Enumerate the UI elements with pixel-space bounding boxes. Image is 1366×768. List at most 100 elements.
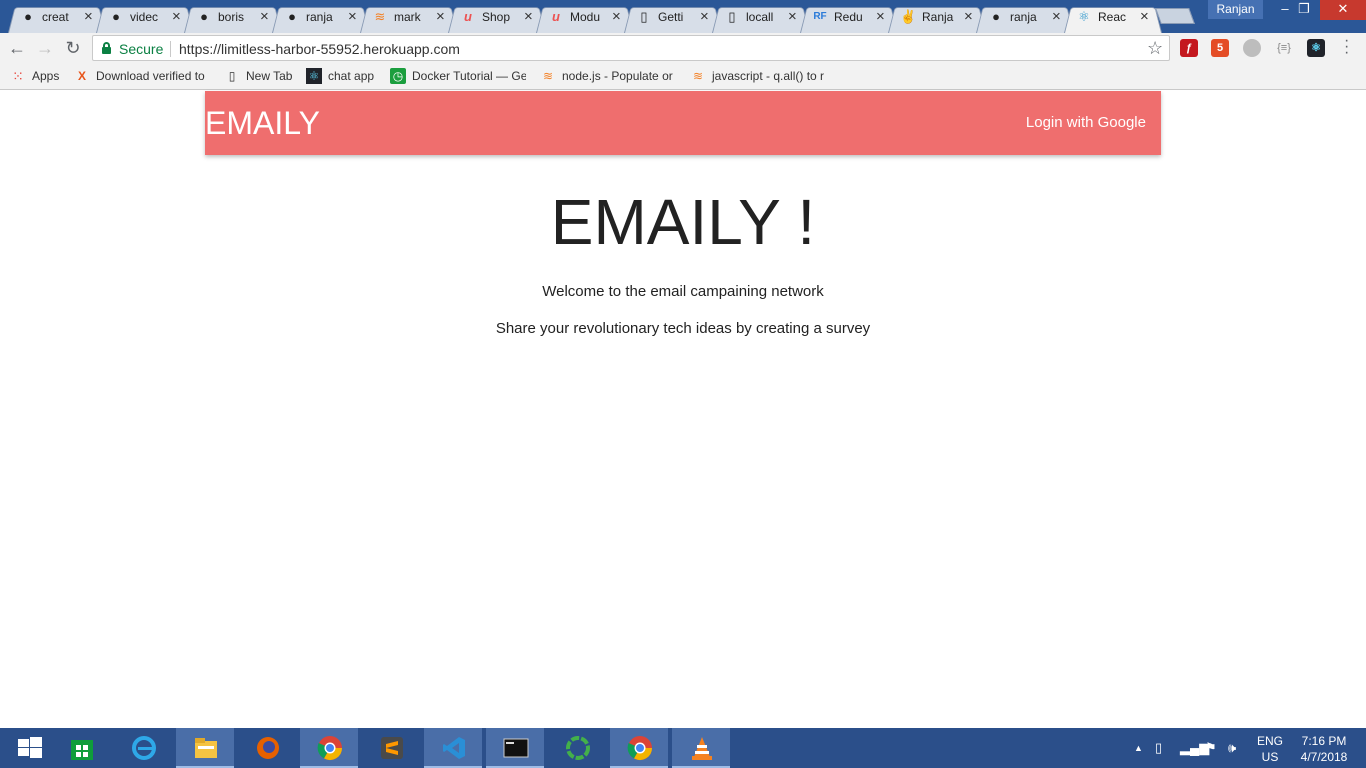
folder-icon (195, 738, 217, 758)
app-navbar: EMAILY Login with Google (205, 91, 1161, 155)
reload-icon[interactable]: ↻ (62, 37, 84, 59)
url-text[interactable]: https://limitless-harbor-55952.herokuapp… (179, 41, 460, 57)
welcome-text: Welcome to the email campaining network (542, 283, 824, 300)
page-content: EMAILY Login with Google EMAILY ! Welcom… (0, 91, 1366, 728)
json-extension-icon[interactable]: {≡} (1275, 39, 1293, 57)
address-bar[interactable]: Secure https://limitless-harbor-55952.he… (92, 35, 1170, 61)
stackoverflow-icon: ≋ (374, 9, 386, 24)
close-tab-icon[interactable]: × (876, 8, 885, 25)
react-icon: ⚛ (306, 68, 322, 84)
clock-time: 7:16 PM (1301, 734, 1347, 748)
windows-logo-icon (18, 737, 42, 758)
tab-label: Reac (1098, 10, 1127, 24)
vlc-cone-icon (692, 737, 712, 760)
close-tab-icon[interactable]: × (172, 8, 181, 25)
html5-extension-icon[interactable]: 5 (1211, 39, 1229, 57)
browser-tab[interactable]: ● ranja × (272, 3, 370, 34)
browser-tab[interactable]: ▯ Getti × (624, 3, 722, 34)
bookmark-label: Docker Tutorial — Ge (412, 69, 526, 83)
bookmark-item[interactable]: ⚛ chat app (306, 68, 374, 86)
system-clock[interactable]: 7:16 PM 4/7/2018 (1294, 733, 1354, 765)
browser-tab-active[interactable]: ⚛ Reac × (1064, 3, 1162, 34)
restore-icon[interactable]: ❐ (1287, 0, 1321, 20)
bookmark-item[interactable]: ◷ Docker Tutorial — Ge (390, 68, 526, 86)
close-tab-icon[interactable]: × (84, 8, 93, 25)
forward-icon[interactable]: → (34, 37, 56, 59)
browser-tab[interactable]: ● creat × (8, 3, 106, 34)
udemy-icon: u (464, 9, 472, 24)
taskbar-chrome-2[interactable] (610, 728, 668, 768)
profile-button[interactable]: Ranjan (1208, 0, 1263, 19)
close-tab-icon[interactable]: × (1052, 8, 1061, 25)
github-icon: ● (992, 9, 1000, 24)
close-tab-icon[interactable]: × (348, 8, 357, 25)
taskbar-store[interactable] (52, 728, 110, 768)
bookmarks-bar: ⁙ Apps X Download verified to ▯ New Tab ⚛ ch… (0, 63, 1366, 90)
bookmark-label: Download verified to (96, 69, 205, 83)
bookmark-item[interactable]: ≋ node.js - Populate or (540, 68, 676, 86)
globe-extension-icon[interactable] (1243, 39, 1261, 57)
bookmark-apps[interactable]: ⁙ Apps (10, 68, 59, 86)
tab-label: creat (42, 10, 69, 24)
close-window-icon[interactable]: ✕ (1320, 0, 1366, 20)
language-indicator[interactable]: ENG US (1256, 733, 1284, 765)
close-tab-icon[interactable]: × (612, 8, 621, 25)
document-icon: ▯ (728, 9, 736, 24)
divider (170, 41, 171, 57)
tab-label: ranja (306, 10, 333, 24)
udemy-icon: u (552, 9, 560, 24)
react-devtools-icon[interactable]: ⚛ (1307, 39, 1325, 57)
github-icon: ● (288, 9, 296, 24)
github-icon: ● (112, 9, 120, 24)
browser-tab[interactable]: ✌ Ranja × (888, 3, 986, 34)
hero-title: EMAILY ! (550, 186, 816, 258)
bookmark-item[interactable]: ▯ New Tab (224, 68, 293, 86)
browser-tab-strip: ● creat × ● videc × ● boris × ● ranja × … (0, 0, 1366, 34)
taskbar-ie[interactable] (114, 728, 172, 768)
bookmark-item[interactable]: ≋ javascript - q.all() to r (690, 68, 826, 86)
volume-icon[interactable]: 🕪 (1228, 740, 1236, 756)
show-hidden-icons[interactable]: ▲ (1134, 743, 1143, 753)
taskbar-vscode[interactable] (424, 728, 482, 768)
device-icon[interactable]: ▯ (1155, 740, 1162, 756)
menu-icon[interactable]: · · · (1344, 33, 1349, 61)
close-tab-icon[interactable]: × (788, 8, 797, 25)
close-tab-icon[interactable]: × (700, 8, 709, 25)
github-icon: ● (200, 9, 208, 24)
login-with-google-link[interactable]: Login with Google (1026, 114, 1146, 131)
taskbar-file-explorer[interactable] (176, 728, 234, 768)
start-button[interactable] (0, 728, 58, 768)
brand-logo[interactable]: EMAILY (205, 105, 320, 142)
bookmark-label: node.js - Populate or (562, 69, 673, 83)
browser-tab[interactable]: u Shop × (448, 3, 546, 34)
taskbar-sublime[interactable] (362, 728, 420, 768)
taskbar-chrome[interactable] (300, 728, 358, 768)
close-tab-icon[interactable]: × (436, 8, 445, 25)
back-icon[interactable]: ← (6, 37, 28, 59)
flag-icon[interactable]: ⚑ (1205, 740, 1217, 756)
security-label: Secure (119, 41, 164, 57)
close-tab-icon[interactable]: × (964, 8, 973, 25)
bookmark-item[interactable]: X Download verified to (74, 68, 210, 86)
browser-tab[interactable]: ● boris × (184, 3, 282, 34)
sublime-text-icon (381, 737, 403, 759)
flash-extension-icon[interactable]: ƒ (1180, 39, 1198, 57)
browser-tab[interactable]: u Modu × (536, 3, 634, 34)
apps-grid-icon: ⁙ (12, 68, 24, 84)
taskbar-firefox[interactable] (238, 728, 296, 768)
close-tab-icon[interactable]: × (260, 8, 269, 25)
browser-tab[interactable]: RF Redu × (800, 3, 898, 34)
taskbar-sync[interactable] (548, 728, 606, 768)
browser-tab[interactable]: ● ranja × (976, 3, 1074, 34)
browser-tab[interactable]: ≋ mark × (360, 3, 458, 34)
taskbar-cmd[interactable] (486, 728, 544, 768)
clock-icon: ◷ (390, 68, 406, 84)
tab-label: Redu (834, 10, 863, 24)
taskbar-vlc[interactable] (672, 728, 730, 768)
bookmark-star-icon[interactable]: ☆ (1147, 38, 1163, 59)
browser-tab[interactable]: ● videc × (96, 3, 194, 34)
new-tab-button[interactable] (1155, 8, 1195, 24)
browser-tab[interactable]: ▯ locall × (712, 3, 810, 34)
close-tab-icon[interactable]: × (1140, 8, 1149, 25)
close-tab-icon[interactable]: × (524, 8, 533, 25)
